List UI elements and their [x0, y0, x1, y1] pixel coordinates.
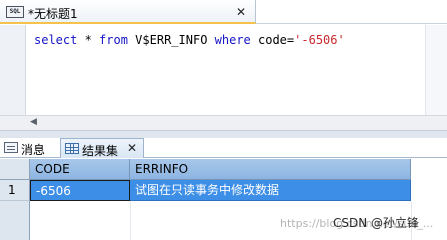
- tab-result-set[interactable]: 结果集 ✕: [60, 138, 144, 158]
- cell-code[interactable]: -6506: [30, 180, 130, 201]
- tab-messages-label: 消息: [21, 143, 46, 157]
- keyword-select: select: [34, 33, 78, 47]
- keyword-from: from: [99, 33, 128, 47]
- editor-tab-untitled1[interactable]: SQL *无标题1 ✕: [0, 0, 256, 24]
- tab-result-set-label: 结果集: [82, 144, 119, 158]
- credit-label: CSDN @孙立锋: [333, 216, 420, 230]
- keyword-where: where: [214, 33, 251, 47]
- editor-tab-bar: SQL *无标题1 ✕: [0, 0, 447, 24]
- row-number[interactable]: 1: [0, 180, 30, 201]
- horizontal-scrollbar[interactable]: ◀: [0, 115, 447, 130]
- panel-splitter[interactable]: [0, 130, 447, 138]
- header-row: CODE ERRINFO: [0, 159, 447, 180]
- sql-file-icon: SQL: [6, 6, 24, 18]
- sql-statement[interactable]: select * from V$ERR_INFO where code='-65…: [34, 33, 345, 47]
- column-header-code[interactable]: CODE: [30, 159, 130, 180]
- sql-editor[interactable]: select * from V$ERR_INFO where code='-65…: [0, 25, 447, 130]
- string-literal: '-6506': [294, 33, 345, 47]
- result-tab-bar: 消息 结果集 ✕: [0, 138, 447, 158]
- column-header-errinfo[interactable]: ERRINFO: [130, 159, 411, 180]
- column-divider: [130, 201, 131, 240]
- cell-errinfo[interactable]: 试图在只读事务中修改数据: [130, 180, 411, 201]
- editor-tab-title: *无标题1: [28, 7, 78, 21]
- table-name: V$ERR_INFO: [127, 33, 215, 47]
- close-icon[interactable]: ✕: [127, 142, 137, 154]
- select-star: *: [77, 33, 100, 47]
- close-icon[interactable]: ✕: [236, 6, 246, 18]
- tab-messages[interactable]: 消息: [0, 138, 60, 158]
- message-icon: [4, 142, 18, 153]
- row-number-header[interactable]: [0, 159, 30, 180]
- line-number-gutter: [0, 25, 26, 115]
- condition: code=: [250, 33, 295, 47]
- table-row[interactable]: 1 -6506 试图在只读事务中修改数据: [0, 180, 447, 201]
- grid-icon: [65, 143, 79, 154]
- row-number-gutter: [0, 201, 30, 240]
- scroll-left-icon[interactable]: ◀: [30, 117, 37, 127]
